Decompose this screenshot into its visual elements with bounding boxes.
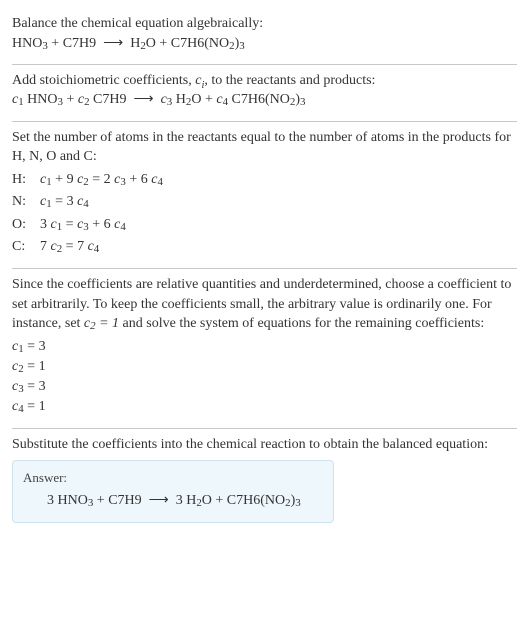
section-solve-coefficients: Since the coefficients are relative quan… xyxy=(12,269,517,428)
element-label: H: xyxy=(12,170,30,190)
answer-label: Answer: xyxy=(23,469,323,487)
answer-box: Answer: 3 HNO3 + C7H9 ⟶ 3 H2O + C7H6(NO2… xyxy=(12,460,334,522)
coefficient-solution: c1 = 3 xyxy=(12,337,517,357)
intro-text: Substitute the coefficients into the che… xyxy=(12,435,517,455)
table-row: N: c1 = 3 c4 xyxy=(12,191,517,213)
coefficient-solution: c4 = 1 xyxy=(12,397,517,417)
intro-text: Set the number of atoms in the reactants… xyxy=(12,128,517,167)
table-row: O: 3 c1 = c3 + 6 c4 xyxy=(12,214,517,236)
section-answer: Substitute the coefficients into the che… xyxy=(12,429,517,533)
intro-text: Add stoichiometric coefficients, ci, to … xyxy=(12,71,517,91)
section-balance-intro: Balance the chemical equation algebraica… xyxy=(12,8,517,64)
intro-part-b: , to the reactants and products: xyxy=(204,73,375,88)
element-label: C: xyxy=(12,237,30,257)
set-expression: c2 = 1 xyxy=(84,316,119,331)
intro-part-b: and solve the system of equations for th… xyxy=(119,316,484,331)
coefficient-solution: c3 = 3 xyxy=(12,377,517,397)
element-equation: 7 c2 = 7 c4 xyxy=(40,237,99,257)
table-row: C: 7 c2 = 7 c4 xyxy=(12,236,517,258)
table-row: H: c1 + 9 c2 = 2 c3 + 6 c4 xyxy=(12,169,517,191)
section-add-coefficients: Add stoichiometric coefficients, ci, to … xyxy=(12,65,517,121)
coefficient-solutions: c1 = 3 c2 = 1 c3 = 3 c4 = 1 xyxy=(12,337,517,418)
unbalanced-equation: HNO3 + C7H9 ⟶ H2O + C7H6(NO2)3 xyxy=(12,34,517,54)
element-label: N: xyxy=(12,192,30,212)
balanced-equation: 3 HNO3 + C7H9 ⟶ 3 H2O + C7H6(NO2)3 xyxy=(23,491,323,511)
element-label: O: xyxy=(12,215,30,235)
intro-part-a: Add stoichiometric coefficients, xyxy=(12,73,195,88)
element-equation: 3 c1 = c3 + 6 c4 xyxy=(40,215,126,235)
coefficient-solution: c2 = 1 xyxy=(12,357,517,377)
element-equation: c1 = 3 c4 xyxy=(40,192,89,212)
coefficient-equation: c1 HNO3 + c2 C7H9 ⟶ c3 H2O + c4 C7H6(NO2… xyxy=(12,90,517,110)
atom-equation-table: H: c1 + 9 c2 = 2 c3 + 6 c4 N: c1 = 3 c4 … xyxy=(12,169,517,258)
intro-text: Since the coefficients are relative quan… xyxy=(12,275,517,334)
intro-text: Balance the chemical equation algebraica… xyxy=(12,14,517,34)
element-equation: c1 + 9 c2 = 2 c3 + 6 c4 xyxy=(40,170,163,190)
section-atom-equations: Set the number of atoms in the reactants… xyxy=(12,122,517,268)
